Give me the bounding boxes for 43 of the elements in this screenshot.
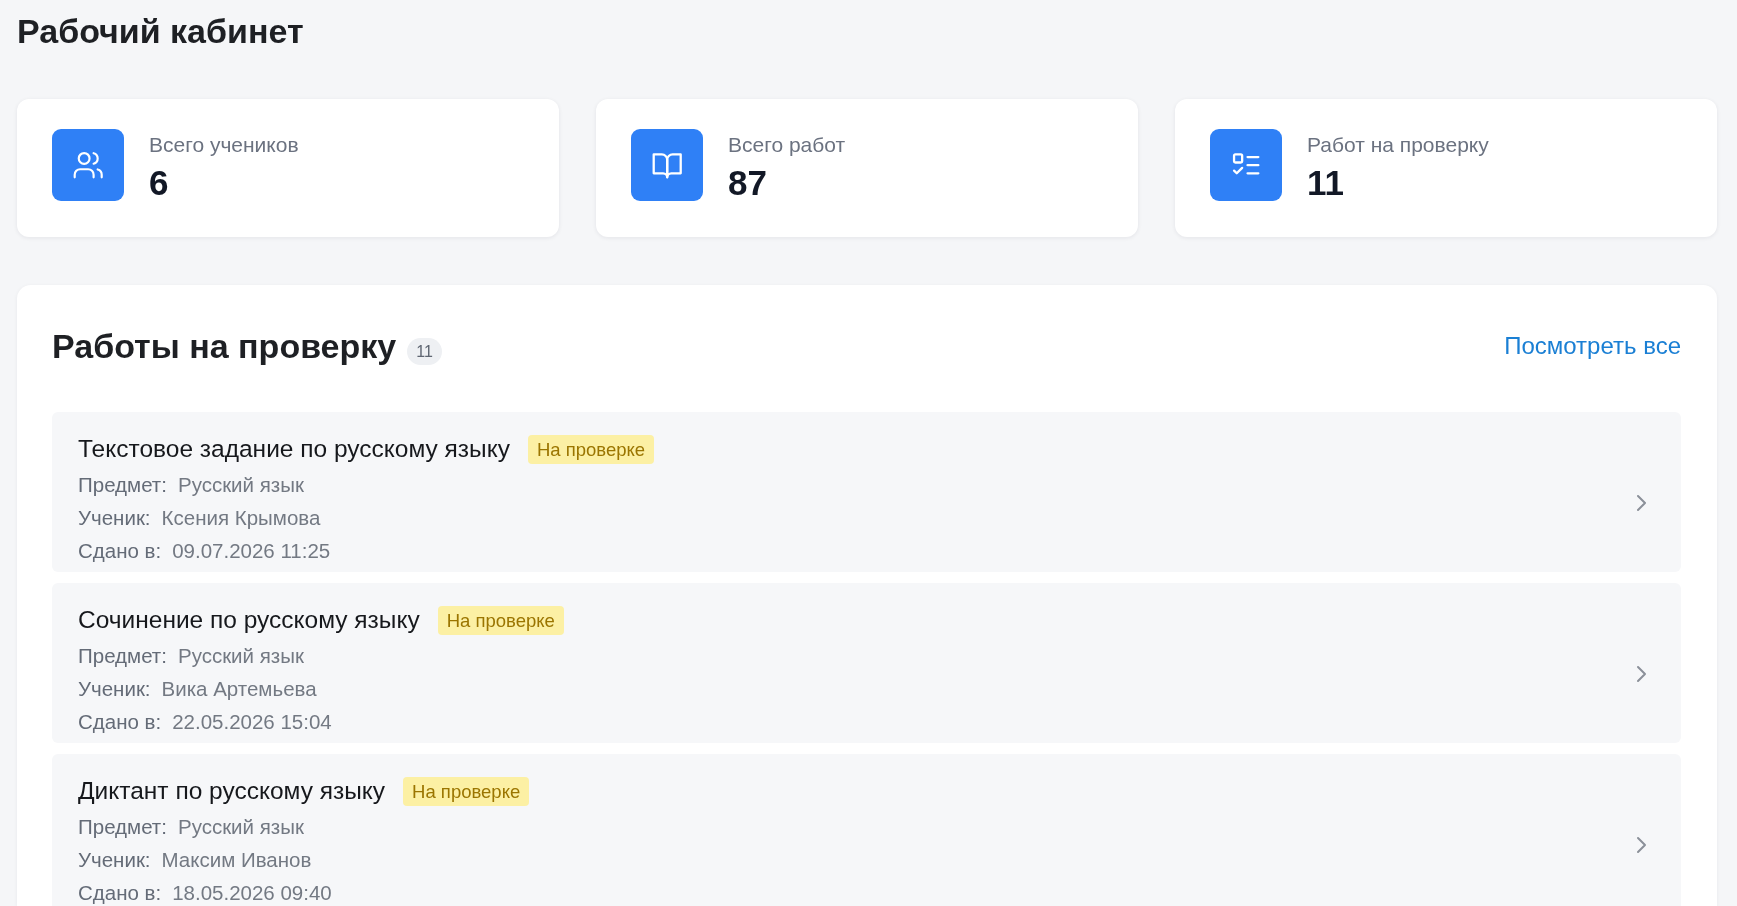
field-value: Максим Иванов [161, 848, 312, 872]
stat-label: Работ на проверку [1307, 132, 1489, 158]
status-tag: На проверке [437, 605, 564, 635]
field-value: Русский язык [177, 815, 304, 839]
field-label: Сдано в: [78, 539, 162, 563]
stat-value: 11 [1307, 163, 1344, 203]
field-label: Предмет: [78, 815, 167, 839]
page-title: Рабочий кабинет [17, 12, 304, 50]
chevron-right-icon [1636, 836, 1647, 854]
stat-label: Всего работ [728, 132, 846, 158]
field-label: Ученик: [78, 506, 151, 530]
field-value: Русский язык [177, 473, 304, 497]
status-tag: На проверке [403, 776, 530, 806]
field-value: Вика Артемьева [161, 677, 317, 701]
section-title: Работы на проверку [52, 326, 397, 367]
chevron-right-icon [1636, 665, 1647, 683]
field-value: Ксения Крымова [161, 506, 321, 530]
field-value: 09.07.2026 11:25 [172, 539, 331, 563]
field-label: Ученик: [78, 677, 151, 701]
field-value: Русский язык [177, 644, 304, 668]
view-all-link[interactable]: Посмотреть все [1504, 331, 1681, 361]
open-book-icon [631, 129, 703, 201]
field-label: Ученик: [78, 848, 151, 872]
submission-title: Текстовое задание по русскому языку [78, 434, 510, 464]
stat-value: 6 [149, 163, 169, 203]
field-label: Предмет: [78, 473, 167, 497]
field-label: Сдано в: [78, 710, 162, 734]
users-icon [52, 129, 124, 201]
submission-row[interactable]: Текстовое задание по русскому языку На проверке Предмет: Русский язык Ученик: Ксения Крымова Сдано в: 09.07.2026 11:25 [52, 412, 1681, 572]
checklist-icon [1210, 129, 1282, 201]
field-value: 18.05.2026 09:40 [172, 881, 332, 905]
stat-value: 87 [728, 163, 767, 203]
status-tag: На проверке [527, 434, 655, 464]
submission-row[interactable]: Сочинение по русскому языку На проверке Предмет: Русский язык Ученик: Вика Артемьева Сдано в: 22.05.2026 15:04 [52, 583, 1681, 743]
submission-row[interactable]: Диктант по русскому языку На проверке Предмет: Русский язык Ученик: Максим Иванов Сдано в: 18.05.2026 09:40 [52, 754, 1681, 906]
field-label: Сдано в: [78, 881, 162, 905]
chevron-right-icon [1636, 494, 1647, 512]
submission-title: Сочинение по русскому языку [78, 605, 420, 635]
stat-label: Всего учеников [149, 132, 299, 158]
submission-title: Диктант по русскому языку [78, 776, 386, 806]
count-badge: 11 [407, 337, 442, 365]
field-label: Предмет: [78, 644, 167, 668]
field-value: 22.05.2026 15:04 [172, 710, 332, 734]
